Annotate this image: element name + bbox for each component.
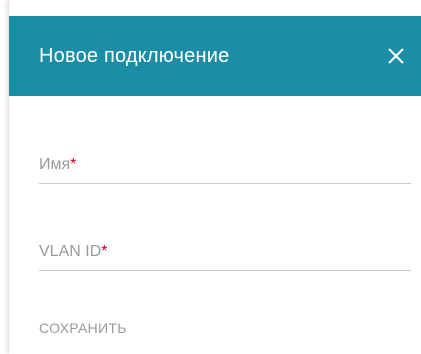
close-icon xyxy=(388,48,404,64)
vlan-id-input[interactable] xyxy=(39,236,411,270)
dialog-title: Новое подключение xyxy=(39,45,230,67)
save-button[interactable]: СОХРАНИТЬ xyxy=(39,316,127,340)
name-field[interactable]: Имя* xyxy=(39,149,411,184)
dialog-header: Новое подключение xyxy=(9,16,421,96)
new-connection-dialog: Новое подключение Имя* VLAN ID* СОХРАНИТ… xyxy=(9,0,421,354)
close-button[interactable] xyxy=(383,43,409,69)
vlan-id-field[interactable]: VLAN ID* xyxy=(39,236,411,271)
name-input[interactable] xyxy=(39,149,411,183)
